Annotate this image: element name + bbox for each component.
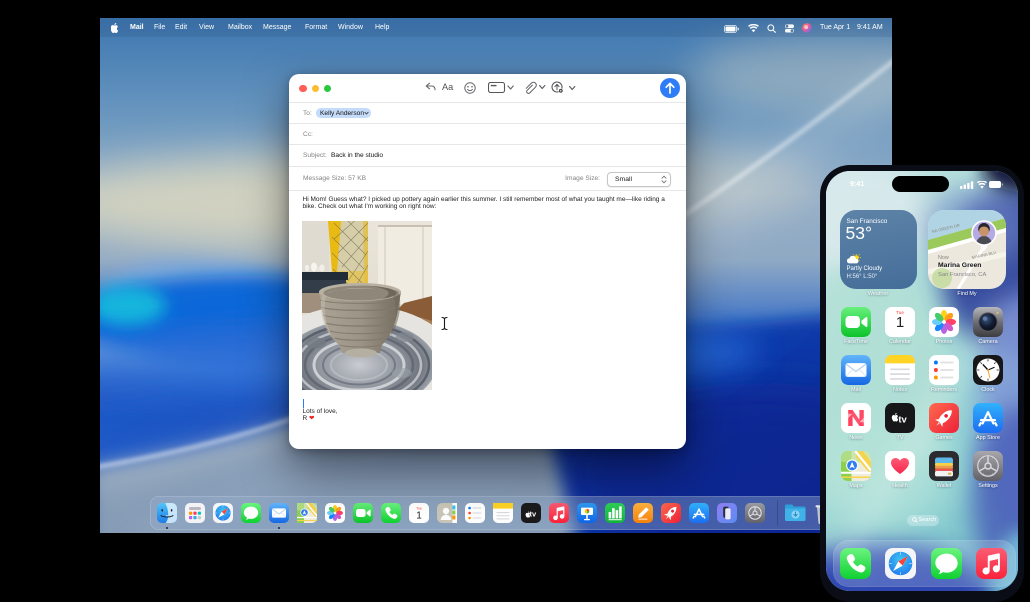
svg-text:1: 1 xyxy=(416,511,422,522)
svg-text:tv: tv xyxy=(529,510,536,519)
svg-text:tv: tv xyxy=(898,414,907,425)
